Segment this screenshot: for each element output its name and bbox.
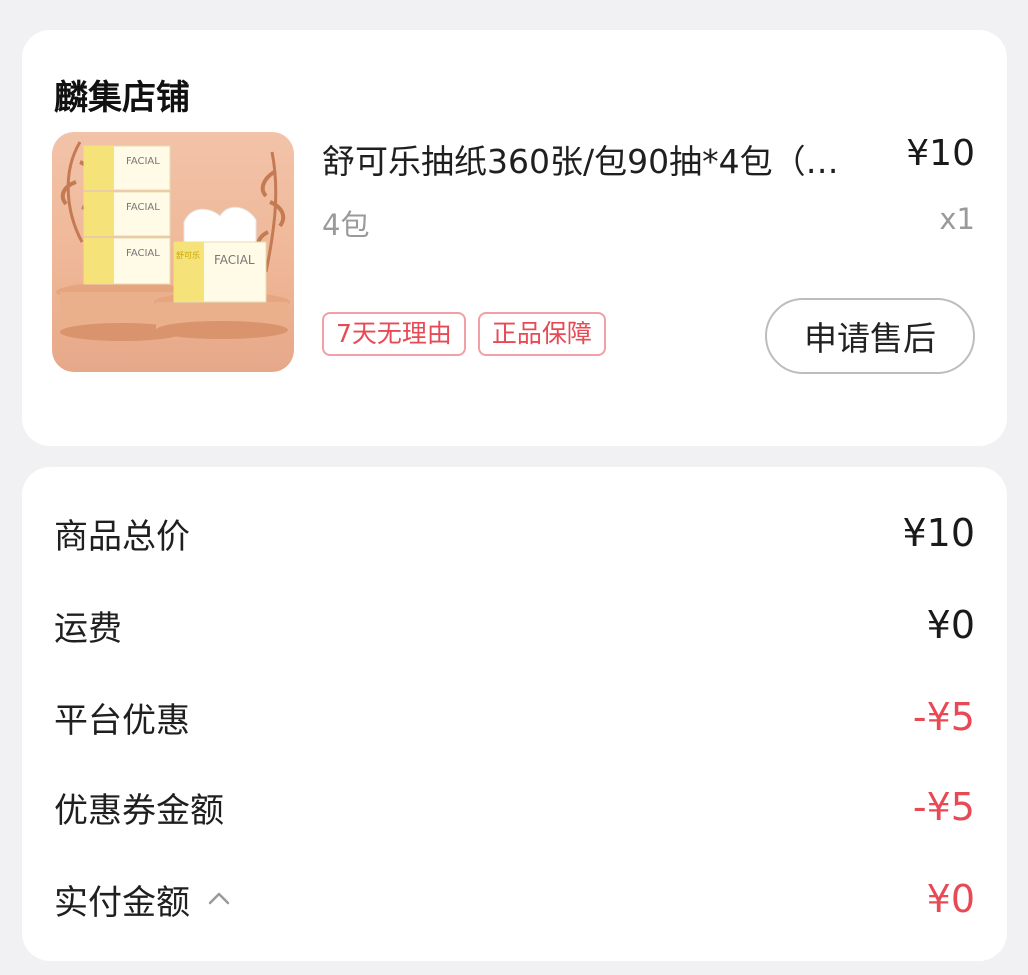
summary-value: ¥10 [902, 511, 975, 555]
summary-row-shipping: 运费 ¥0 [54, 595, 975, 655]
summary-label: 运费 [54, 608, 122, 649]
summary-row-platform-discount: 平台优惠 -¥5 [54, 687, 975, 747]
box-label-2: FACIAL [126, 202, 160, 213]
summary-row-goods-total: 商品总价 ¥10 [54, 503, 975, 563]
product-image[interactable]: FACIAL FACIAL FACIAL FACIAL 舒可乐 [52, 132, 294, 372]
summary-label[interactable]: 实付金额 [54, 875, 232, 924]
summary-label: 平台优惠 [54, 700, 190, 741]
summary-row-actual-paid[interactable]: 实付金额 ¥0 [54, 869, 975, 929]
tag-authentic-guarantee: 正品保障 [477, 312, 606, 356]
service-tags: 7天无理由 正品保障 [322, 312, 606, 356]
chevron-up-icon[interactable] [206, 886, 232, 912]
product-price: ¥10 [906, 133, 975, 174]
apply-after-sale-button[interactable]: 申请售后 [765, 298, 975, 374]
summary-row-coupon: 优惠券金额 -¥5 [54, 777, 975, 837]
summary-value: ¥0 [926, 603, 975, 647]
store-card: 麟集店铺 FACIAL FACIAL FACIAL FACIAL 舒可乐 舒可乐… [22, 30, 1007, 446]
summary-value: -¥5 [912, 695, 975, 739]
box-label-1: FACIAL [126, 156, 160, 167]
actual-paid-label: 实付金额 [54, 882, 190, 923]
price-summary-card: 商品总价 ¥10 运费 ¥0 平台优惠 -¥5 优惠券金额 -¥5 实付金额 ¥… [22, 467, 1007, 961]
product-title[interactable]: 舒可乐抽纸360张/包90抽*4包（… [322, 135, 902, 183]
box-label-front: FACIAL [214, 253, 255, 267]
product-quantity: x1 [939, 202, 975, 236]
summary-label: 商品总价 [54, 516, 190, 557]
box-brand: 舒可乐 [176, 250, 200, 260]
summary-label: 优惠券金额 [54, 790, 224, 831]
store-name[interactable]: 麟集店铺 [54, 70, 190, 119]
tissue-box-illustration: FACIAL FACIAL FACIAL FACIAL 舒可乐 [56, 141, 290, 341]
tag-7-day-return: 7天无理由 [322, 312, 466, 356]
summary-value: ¥0 [926, 877, 975, 921]
box-label-3: FACIAL [126, 248, 160, 259]
summary-value: -¥5 [912, 785, 975, 829]
product-spec: 4包 [322, 208, 370, 242]
